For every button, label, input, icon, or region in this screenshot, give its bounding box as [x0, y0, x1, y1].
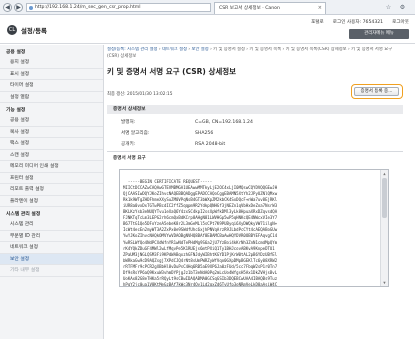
sidebar-item-copy[interactable]: 복사 설정 [0, 127, 103, 138]
csr-text: -----BEGIN CERTIFICATE REQUEST----- MIIC… [123, 179, 278, 287]
sidebar-group-title: 시스템 관리 설정 [6, 212, 41, 217]
url-text: http://192.168.1.24/m_sec_gen_csr_prop.h… [35, 5, 141, 10]
logout-link[interactable]: 로그아웃 [392, 19, 409, 25]
sidebar-item-department-id[interactable]: 부문별 ID 관리 [0, 231, 103, 242]
detail-value: C=GB, CN=192.168.1.24 [195, 120, 253, 125]
sidebar-item-timer[interactable]: 타이머 설정 [0, 80, 103, 92]
close-icon[interactable]: × [318, 3, 322, 14]
sidebar: 공용 설정 용지 설정 표시 설정 타이머 설정 설정 열람 기능 설정 공용 … [0, 45, 104, 339]
sidebar-item-view[interactable]: 설정 열람 [0, 92, 103, 103]
breadcrumb-link[interactable]: 설정/등록: 시스템 관리 설정 [107, 47, 157, 52]
sidebar-item-security[interactable]: 보안 설정 [0, 253, 103, 265]
top-links: 포털로 로그인 사용자: 7654321 로그아웃 [311, 19, 409, 25]
register-highlight: 증명서 등록 중... [351, 84, 403, 99]
app-header: CL 설정/등록 포털로 로그인 사용자: 7654321 로그아웃 관리자메뉴… [0, 16, 415, 44]
app-title: 설정/등록 [21, 27, 47, 35]
sidebar-item-common[interactable]: 공용 설정 [0, 115, 103, 127]
detail-label: 발행처: [121, 120, 136, 125]
scroll-up-icon[interactable]: ▲ [381, 170, 388, 177]
sidebar-item-platen[interactable]: 플라텐이 설정 [0, 196, 103, 207]
sidebar-item-printer[interactable]: 프린터 설정 [0, 173, 103, 184]
detail-value: SHA256 [195, 131, 214, 136]
sidebar-item-report[interactable]: 리포트 출력 설정 [0, 184, 103, 196]
sidebar-item-system[interactable]: 시스템 관리 [0, 219, 103, 231]
breadcrumb: 설정/등록: 시스템 관리 설정 › 네트워크 설정 › 보안 설정 › 키 및… [107, 47, 409, 60]
sidebar-item-display[interactable]: 표시 설정 [0, 69, 103, 80]
sidebar-group-title: 기능 설정 [6, 108, 26, 113]
csr-section-header: 증명서 서명 요구 [113, 156, 146, 161]
detail-row-public-key: 공개키: RSA 2048-bit [121, 141, 225, 147]
csr-scrollbar[interactable]: ▲ ▼ [380, 170, 388, 286]
detail-value: RSA 2048-bit [195, 142, 226, 147]
tab-title: CSR 보고서 상세정보 · Canon [219, 6, 280, 11]
sidebar-item-other[interactable]: 기타 내부 설정 [0, 265, 103, 277]
detail-row-signature: 서명 알고리즘: SHA256 [121, 130, 213, 136]
page-icon [29, 6, 33, 10]
back-button[interactable]: ◀ [3, 3, 12, 12]
csr-textarea[interactable]: -----BEGIN CERTIFICATE REQUEST----- MIIC… [119, 169, 389, 287]
breadcrumb-sep: › [210, 47, 212, 52]
scroll-down-icon[interactable]: ▼ [381, 279, 388, 286]
breadcrumb-sep: › [188, 47, 191, 52]
portal-link[interactable]: 포털로 [311, 19, 324, 25]
browser-tab[interactable]: CSR 보고서 상세정보 · Canon × [214, 2, 326, 14]
login-user-label: 로그인 사용자: 7654321 [332, 20, 384, 25]
sidebar-item-scan[interactable]: 스캔 설정 [0, 150, 103, 161]
detail-section-header: 증명서 상세정보 [107, 105, 403, 114]
last-updated: 최종 갱신: 2015/01/30 13:02:15 [107, 92, 173, 97]
detail-row-issuer: 발행처: C=GB, CN=192.168.1.24 [121, 119, 253, 125]
sidebar-item-network[interactable]: 네트워크 설정 [0, 242, 103, 254]
breadcrumb-link[interactable]: 보안 설정 [192, 47, 209, 52]
star-icon[interactable]: ☆ [384, 3, 393, 12]
sidebar-item-media-print[interactable]: 메모리 미디어 인쇄 설정 [0, 161, 103, 173]
browser-toolbar: ◀ ▶ http://192.168.1.24/m_sec_gen_csr_pr… [0, 0, 415, 15]
page-title: 키 및 증명서 서명 요구 (CSR) 상세정보 [107, 67, 237, 77]
sidebar-item-paper[interactable]: 용지 설정 [0, 57, 103, 69]
register-certificate-button[interactable]: 증명서 등록 중... [354, 87, 399, 96]
sidebar-group-title: 공용 설정 [6, 50, 26, 55]
admin-menu-button[interactable]: 관리자메뉴 메뉴 [349, 29, 409, 39]
settings-logo-icon: CL [7, 25, 17, 35]
breadcrumb-sep: › [158, 47, 161, 52]
detail-label: 서명 알고리즘: [121, 131, 150, 136]
gear-icon[interactable]: ⚙ [398, 3, 407, 12]
breadcrumb-link[interactable]: 네트워크 설정 [162, 47, 187, 52]
sidebar-item-fax[interactable]: 팩스 설정 [0, 138, 103, 150]
scroll-thumb[interactable] [382, 178, 387, 218]
divider [107, 151, 403, 152]
forward-button[interactable]: ▶ [14, 3, 23, 12]
detail-label: 공개키: [121, 142, 136, 147]
address-bar[interactable]: http://192.168.1.24/m_sec_gen_csr_prop.h… [26, 3, 211, 12]
